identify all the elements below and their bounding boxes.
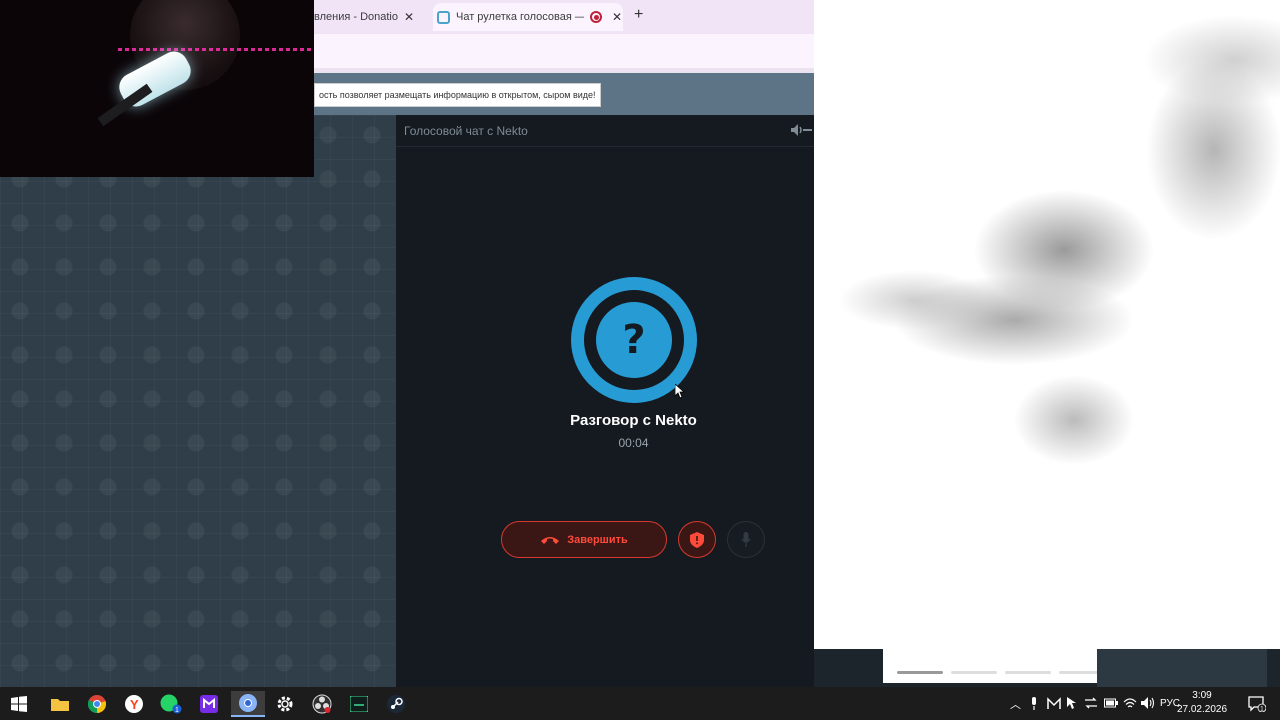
tab-title: вления - Donatio [314, 11, 398, 23]
microphone-icon [741, 531, 751, 547]
browser-tab-strip: вления - Donatio ✕ Чат рулетка голосовая… [314, 0, 814, 34]
speaker-volume-icon[interactable] [790, 123, 812, 137]
meter-icon[interactable] [1047, 697, 1061, 709]
new-tab-icon[interactable]: + [634, 6, 643, 24]
recording-icon [590, 11, 602, 23]
svg-text:Y: Y [130, 697, 139, 712]
shield-icon [690, 531, 704, 548]
question-icon: ? [596, 302, 672, 378]
yandex-browser-icon[interactable]: Y [120, 691, 148, 717]
network-transfer-icon[interactable] [1085, 697, 1097, 709]
clock-time: 3:09 [1192, 690, 1212, 701]
chevron-up-icon[interactable]: ︿ [1010, 696, 1021, 712]
settings-icon[interactable] [271, 691, 299, 717]
chat-header: Голосовой чат с Nekto [396, 115, 814, 147]
system-clock[interactable]: 3:09 27.02.2026 [1172, 689, 1232, 717]
chrome-active-icon[interactable] [231, 691, 265, 717]
avatar-ring: ? [584, 290, 684, 390]
end-call-label: Завершить [567, 533, 628, 546]
voice-chat-panel: Голосовой чат с Nekto ? Разговор с Nekto… [396, 115, 814, 687]
start-icon[interactable] [5, 691, 33, 717]
terminal-icon[interactable] [345, 691, 373, 717]
cursor-tray-icon[interactable] [1067, 697, 1077, 710]
call-timer: 00:04 [618, 436, 649, 450]
chat-title: Голосовой чат с Nekto [404, 124, 528, 138]
microphone-button[interactable] [727, 521, 765, 558]
twitch-studio-icon[interactable] [195, 691, 223, 717]
end-call-button[interactable]: Завершить [501, 521, 667, 558]
whatsapp-icon[interactable]: 1 [157, 691, 185, 717]
mouse-cursor-icon [675, 384, 685, 399]
site-notice: ость позволяет размещать информацию в от… [314, 83, 601, 107]
pager-bar[interactable] [951, 671, 997, 674]
notification-icon[interactable]: 1 [1248, 696, 1266, 712]
close-icon[interactable]: ✕ [404, 10, 414, 24]
clock-date: 27.02.2026 [1176, 704, 1228, 715]
obs-icon[interactable] [308, 691, 336, 717]
led-strip [118, 48, 314, 51]
site-favicon-icon [437, 10, 450, 24]
secondary-window-image [814, 0, 1280, 649]
secondary-thumbnail [1097, 649, 1267, 687]
tab-voice-chat[interactable]: Чат рулетка голосовая — ✕ [433, 3, 623, 31]
site-header: ость позволяет размещать информацию в от… [314, 73, 814, 115]
battery-icon[interactable] [1104, 698, 1118, 708]
tab-title: Чат рулетка голосовая — [456, 11, 584, 23]
hang-up-icon [541, 536, 560, 544]
volume-icon[interactable] [1141, 697, 1155, 709]
wifi-icon[interactable] [1123, 697, 1137, 709]
whatsapp-badge: 1 [175, 707, 179, 714]
chrome-icon[interactable] [83, 691, 111, 717]
webcam-overlay [0, 0, 314, 177]
tab-donation[interactable]: вления - Donatio ✕ [314, 3, 428, 31]
pager-bar[interactable] [897, 671, 943, 674]
scroll-thumbnail[interactable] [883, 649, 1159, 683]
conversation-title: Разговор с Nekto [570, 412, 697, 429]
steam-icon[interactable] [382, 691, 410, 717]
pager-bar[interactable] [1005, 671, 1051, 674]
close-icon[interactable]: ✕ [612, 10, 622, 24]
file-explorer-icon[interactable] [46, 691, 74, 717]
windows-taskbar: Y 1 ︿ РУС 1 3:09 27.02.2026 [0, 687, 1280, 720]
report-button[interactable] [678, 521, 716, 558]
page-background-pattern [0, 115, 396, 687]
address-bar[interactable] [314, 34, 814, 68]
microphone-tray-icon[interactable] [1030, 697, 1038, 710]
